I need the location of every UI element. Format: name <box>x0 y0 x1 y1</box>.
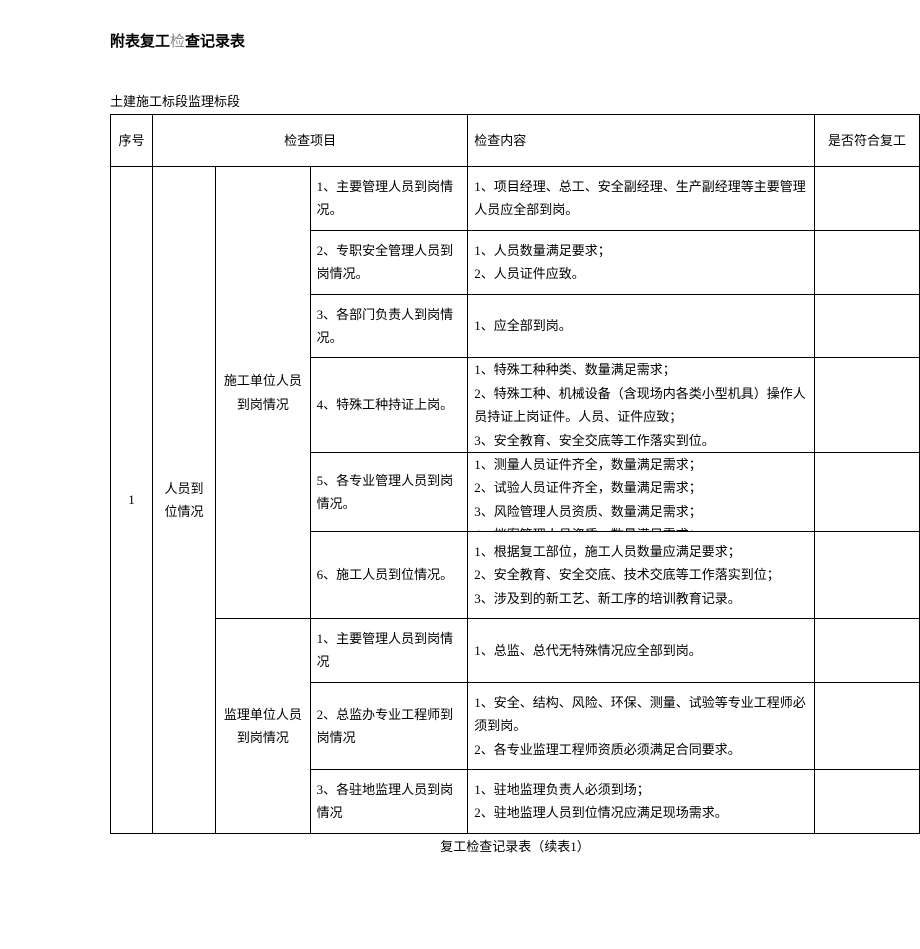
cell-item: 2、总监办专业工程师到岗情况 <box>310 682 468 769</box>
header-content: 检查内容 <box>468 115 815 167</box>
title-p3: 查记录 <box>185 34 230 50</box>
cell-subcat-a: 施工单位人员到岗情况 <box>216 167 311 619</box>
cell-content: 1、驻地监理负责人必须到场；2、驻地监理人员到位情况应满足现场需求。 <box>468 770 815 834</box>
cell-compliance <box>814 770 919 834</box>
cell-item: 5、各专业管理人员到岗情况。 <box>310 452 468 531</box>
cell-item: 3、各驻地监理人员到岗情况 <box>310 770 468 834</box>
cell-compliance <box>814 294 919 358</box>
cell-compliance <box>814 230 919 294</box>
cell-category: 人员到位情况 <box>153 167 216 834</box>
cell-compliance <box>814 531 919 618</box>
cell-content: 1、测量人员证件齐全，数量满足需求；2、试验人员证件齐全，数量满足需求；3、风险… <box>468 452 815 531</box>
footer-note: 复工检查记录表（续表1） <box>110 836 920 855</box>
table-row: 1 人员到位情况 施工单位人员到岗情况 1、主要管理人员到岗情况。 1、项目经理… <box>111 167 920 231</box>
cell-content-inner: 1、测量人员证件齐全，数量满足需求；2、试验人员证件齐全，数量满足需求；3、风险… <box>474 453 808 531</box>
cell-compliance <box>814 358 919 453</box>
cell-item: 3、各部门负责人到岗情况。 <box>310 294 468 358</box>
cell-content: 1、总监、总代无特殊情况应全部到岗。 <box>468 619 815 683</box>
header-item: 检查项目 <box>153 115 468 167</box>
cell-item: 1、主要管理人员到岗情况。 <box>310 167 468 231</box>
cell-content: 1、特殊工种种类、数量满足需求；2、特殊工种、机械设备（含现场内各类小型机具）操… <box>468 358 815 453</box>
cell-item: 4、特殊工种持证上岗。 <box>310 358 468 453</box>
subtitle: 土建施工标段监理标段 <box>110 91 920 110</box>
cell-compliance <box>814 682 919 769</box>
cell-content: 1、根据复工部位，施工人员数量应满足要求；2、安全教育、安全交底、技术交底等工作… <box>468 531 815 618</box>
cell-item: 2、专职安全管理人员到岗情况。 <box>310 230 468 294</box>
title-p2: 检 <box>170 34 185 50</box>
header-seq: 序号 <box>111 115 153 167</box>
cell-content: 1、项目经理、总工、安全副经理、生产副经理等主要管理人员应全部到岗。 <box>468 167 815 231</box>
cell-item: 1、主要管理人员到岗情况 <box>310 619 468 683</box>
cell-compliance <box>814 167 919 231</box>
cell-content: 1、应全部到岗。 <box>468 294 815 358</box>
cell-item: 6、施工人员到位情况。 <box>310 531 468 618</box>
page-title: 附表复工检查记录表 <box>110 30 920 51</box>
cell-compliance <box>814 619 919 683</box>
inspection-table: 序号 检查项目 检查内容 是否符合复工 1 人员到位情况 施工单位人员到岗情况 … <box>110 114 920 834</box>
cell-subcat-b: 监理单位人员到岗情况 <box>216 619 311 834</box>
header-compliance: 是否符合复工 <box>814 115 919 167</box>
title-p1: 附表复工 <box>110 34 170 50</box>
cell-content: 1、安全、结构、风险、环保、测量、试验等专业工程师必须到岗。2、各专业监理工程师… <box>468 682 815 769</box>
header-row: 序号 检查项目 检查内容 是否符合复工 <box>111 115 920 167</box>
cell-content: 1、人员数量满足要求；2、人员证件应致。 <box>468 230 815 294</box>
cell-compliance <box>814 452 919 531</box>
title-p4: 表 <box>230 34 245 50</box>
table-row: 监理单位人员到岗情况 1、主要管理人员到岗情况 1、总监、总代无特殊情况应全部到… <box>111 619 920 683</box>
cell-content-inner: 1、特殊工种种类、数量满足需求；2、特殊工种、机械设备（含现场内各类小型机具）操… <box>474 358 808 452</box>
cell-seq: 1 <box>111 167 153 834</box>
